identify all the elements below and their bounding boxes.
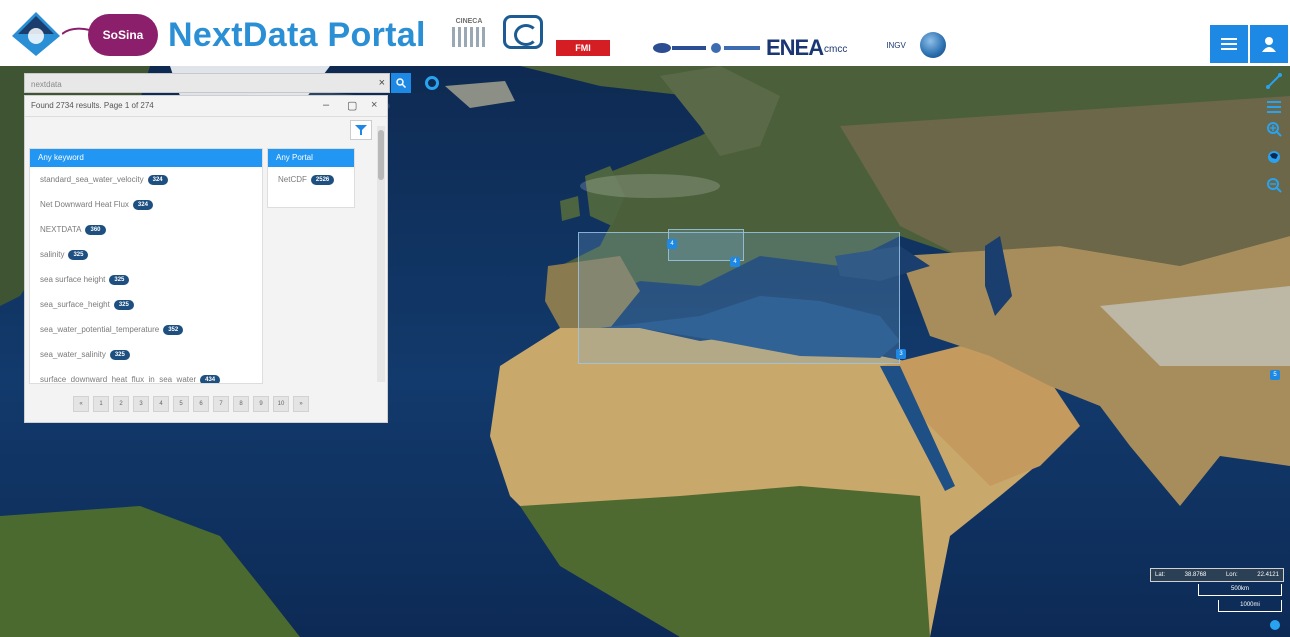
map-marker[interactable]: 4 — [730, 257, 740, 267]
keyword-label: standard_sea_water_velocity — [40, 175, 144, 184]
keyword-facet-list: Any keyword standard_sea_water_velocity 3… — [29, 148, 263, 384]
scale-bar-km: 500km — [1198, 584, 1282, 596]
page-link[interactable]: 6 — [193, 396, 209, 412]
count-badge: 325 — [68, 249, 89, 260]
page-link[interactable]: 9 — [253, 396, 269, 412]
panel-scrollbar-thumb[interactable] — [378, 130, 384, 180]
keyword-label: salinity — [40, 250, 65, 259]
count-badge: 325 — [113, 299, 134, 310]
keyword-label: NEXTDATA — [40, 225, 82, 234]
page-link[interactable]: 10 — [273, 396, 289, 412]
ingv-logo: INGV — [886, 40, 906, 50]
panel-header: Found 2734 results. Page 1 of 274 – ▢ × — [25, 96, 387, 117]
results-summary: Found 2734 results. Page 1 of 274 — [31, 101, 154, 110]
panel-toolbar — [25, 116, 387, 140]
keyword-label: surface_downward_heat_flux_in_sea_water — [40, 375, 197, 384]
page-link[interactable]: 8 — [233, 396, 249, 412]
keyword-facet-item[interactable]: sea surface height 325 — [30, 267, 262, 292]
search-button[interactable] — [391, 73, 411, 93]
lon-value: 22.4121 — [1257, 572, 1279, 578]
coordinate-readout: Lat: 38.8768 Lon: 22.4121 — [1150, 568, 1284, 582]
search-icon — [396, 78, 406, 88]
lat-label: Lat: — [1155, 572, 1166, 578]
lon-label: Lon: — [1225, 572, 1238, 578]
portal-facet-item[interactable]: NetCDF 2526 — [268, 167, 354, 192]
page-link[interactable]: » — [293, 396, 309, 412]
keyword-facet-item[interactable]: Net Downward Heat Flux 324 — [30, 192, 262, 217]
cineca-logo: CINECA — [448, 14, 490, 50]
maximize-icon[interactable]: ▢ — [347, 99, 357, 112]
sosina-logo: SoSina — [88, 14, 158, 56]
measure-tool-icon[interactable] — [1263, 70, 1285, 92]
cmcc-logo: cmcc — [824, 43, 848, 55]
search-bar: × — [24, 73, 390, 94]
count-badge: 352 — [163, 324, 184, 335]
page-link[interactable]: 3 — [133, 396, 149, 412]
hamburger-icon — [1221, 38, 1237, 50]
keyword-label: sea_water_salinity — [40, 350, 106, 359]
globe-view-icon[interactable] — [1263, 146, 1285, 168]
keyword-facet-item[interactable]: NEXTDATA 360 — [30, 217, 262, 242]
count-badge: 325 — [109, 349, 130, 360]
lat-value: 38.8768 — [1184, 572, 1207, 578]
map-marker[interactable]: 4 — [667, 239, 677, 249]
app-header: SoSina NextData Portal CINECA FMI ENEA c… — [0, 0, 1290, 66]
enea-logo: ENEA — [766, 35, 824, 60]
keyword-label: sea_surface_height — [40, 300, 110, 309]
keyword-facet-item[interactable]: surface_downward_heat_flux_in_sea_water 4… — [30, 367, 262, 384]
map-marker[interactable]: 5 — [1270, 370, 1280, 380]
search-results-panel: Found 2734 results. Page 1 of 274 – ▢ × … — [24, 95, 388, 423]
sosina-connector — [62, 27, 90, 35]
globe-logo — [920, 32, 946, 58]
keyword-facet-item[interactable]: sea_water_potential_temperature 352 — [30, 317, 262, 342]
count-badge: 325 — [109, 274, 130, 285]
close-icon[interactable]: × — [371, 99, 377, 111]
scale-bar-mi: 1000mi — [1218, 600, 1282, 612]
minimize-icon[interactable]: – — [323, 99, 329, 111]
keyword-label: sea_water_potential_temperature — [40, 325, 160, 334]
page-link[interactable]: 1 — [93, 396, 109, 412]
clear-search-icon[interactable]: × — [379, 77, 385, 89]
map-marker[interactable]: 3 — [896, 349, 906, 359]
page-link[interactable]: 5 — [173, 396, 189, 412]
keyword-facet-header[interactable]: Any keyword — [30, 149, 262, 167]
portal-facet-header[interactable]: Any Portal — [268, 149, 354, 167]
count-badge: 324 — [147, 174, 168, 185]
keyword-facet-item[interactable]: salinity 325 — [30, 242, 262, 267]
page-link[interactable]: 7 — [213, 396, 229, 412]
attribution-icon[interactable] — [1270, 620, 1280, 630]
page-link[interactable]: « — [73, 396, 89, 412]
keyword-facet-item[interactable]: sea_surface_height 325 — [30, 292, 262, 317]
zoom-in-icon[interactable] — [1263, 118, 1285, 140]
keyword-label: sea surface height — [40, 275, 106, 284]
page-title: NextData Portal — [168, 16, 426, 54]
filter-button[interactable] — [350, 120, 372, 140]
user-icon — [1262, 37, 1276, 52]
nextdata-logo — [12, 12, 60, 56]
fmi-logo: FMI — [556, 40, 610, 56]
count-badge: 434 — [200, 374, 221, 383]
portal-label: NetCDF — [278, 175, 307, 184]
pagination: «1 2 3 4 5 6 7 8 9 10» — [73, 396, 309, 412]
cnr-logo — [500, 14, 546, 50]
keyword-label: Net Downward Heat Flux — [40, 200, 129, 209]
keyword-facet-item[interactable]: standard_sea_water_velocity 324 — [30, 167, 262, 192]
count-badge: 324 — [132, 199, 153, 210]
count-badge: 2526 — [310, 174, 335, 185]
keyword-facet-item[interactable]: sea_water_salinity 325 — [30, 342, 262, 367]
portal-facet-list: Any Portal NetCDF 2526 — [267, 148, 355, 208]
locate-icon[interactable] — [425, 76, 439, 90]
user-button[interactable] — [1250, 25, 1288, 63]
count-badge: 360 — [85, 224, 106, 235]
search-input[interactable] — [25, 74, 373, 94]
page-link[interactable]: 2 — [113, 396, 129, 412]
filter-icon — [355, 125, 367, 135]
layers-list-icon[interactable] — [1263, 96, 1285, 118]
zoom-out-icon[interactable] — [1263, 174, 1285, 196]
page-link[interactable]: 4 — [153, 396, 169, 412]
partner-logo-2 — [711, 43, 760, 53]
partner-logo-1 — [653, 43, 706, 53]
menu-button[interactable] — [1210, 25, 1248, 63]
